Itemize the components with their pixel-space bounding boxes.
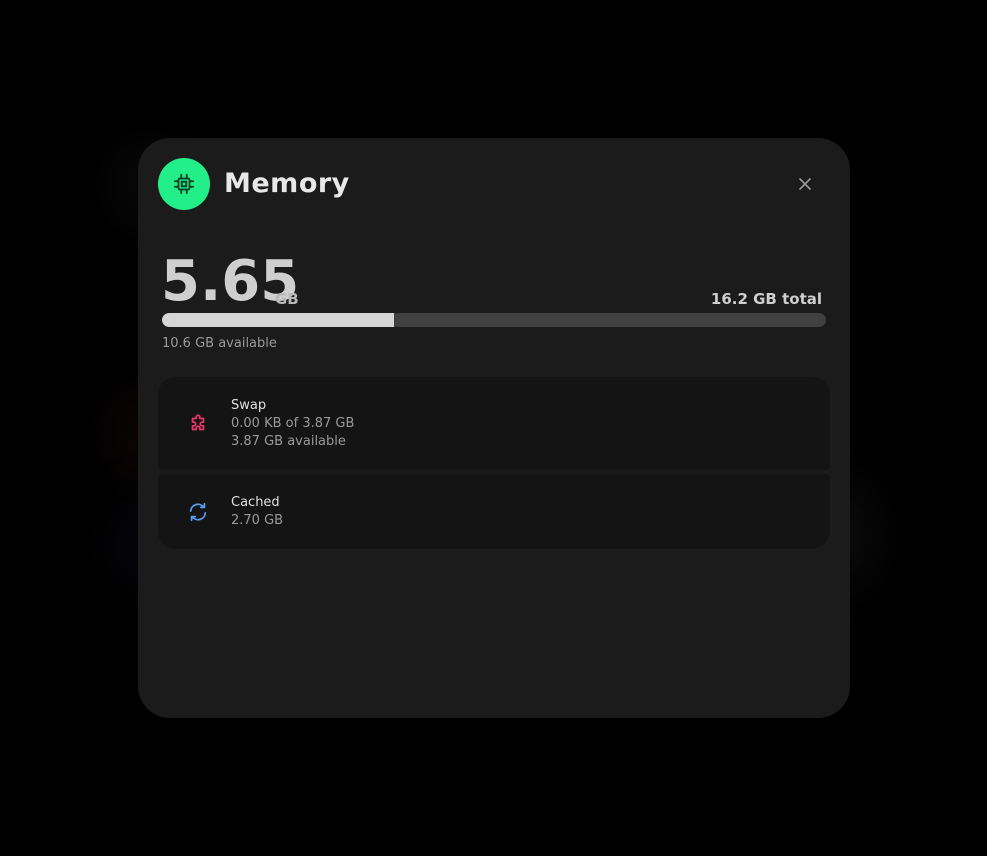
cpu-chip-icon — [158, 158, 210, 210]
memory-usage-bar — [162, 313, 826, 327]
memory-total: 16.2 GB total — [710, 290, 822, 308]
puzzle-icon — [186, 412, 210, 436]
panel-title: Memory — [224, 168, 350, 199]
close-button[interactable] — [793, 172, 817, 196]
memory-available: 10.6 GB available — [162, 336, 277, 351]
memory-usage-bar-fill — [162, 313, 394, 327]
memory-used-unit: GB — [275, 290, 299, 308]
cached-title: Cached — [231, 494, 280, 510]
close-icon — [799, 178, 811, 190]
swap-usage: 0.00 KB of 3.87 GB — [231, 415, 355, 431]
refresh-icon — [186, 500, 210, 524]
swap-title: Swap — [231, 397, 267, 413]
cached-value: 2.70 GB — [231, 512, 284, 528]
memory-panel: Memory 5.65 GB 16.2 GB total 10.6 GB ava… — [138, 138, 850, 718]
memory-details-list: Swap 0.00 KB of 3.87 GB 3.87 GB availabl… — [158, 377, 830, 549]
list-item-cached: Cached 2.70 GB — [158, 474, 830, 549]
swap-available: 3.87 GB available — [231, 433, 346, 449]
list-item-swap: Swap 0.00 KB of 3.87 GB 3.87 GB availabl… — [158, 377, 830, 470]
